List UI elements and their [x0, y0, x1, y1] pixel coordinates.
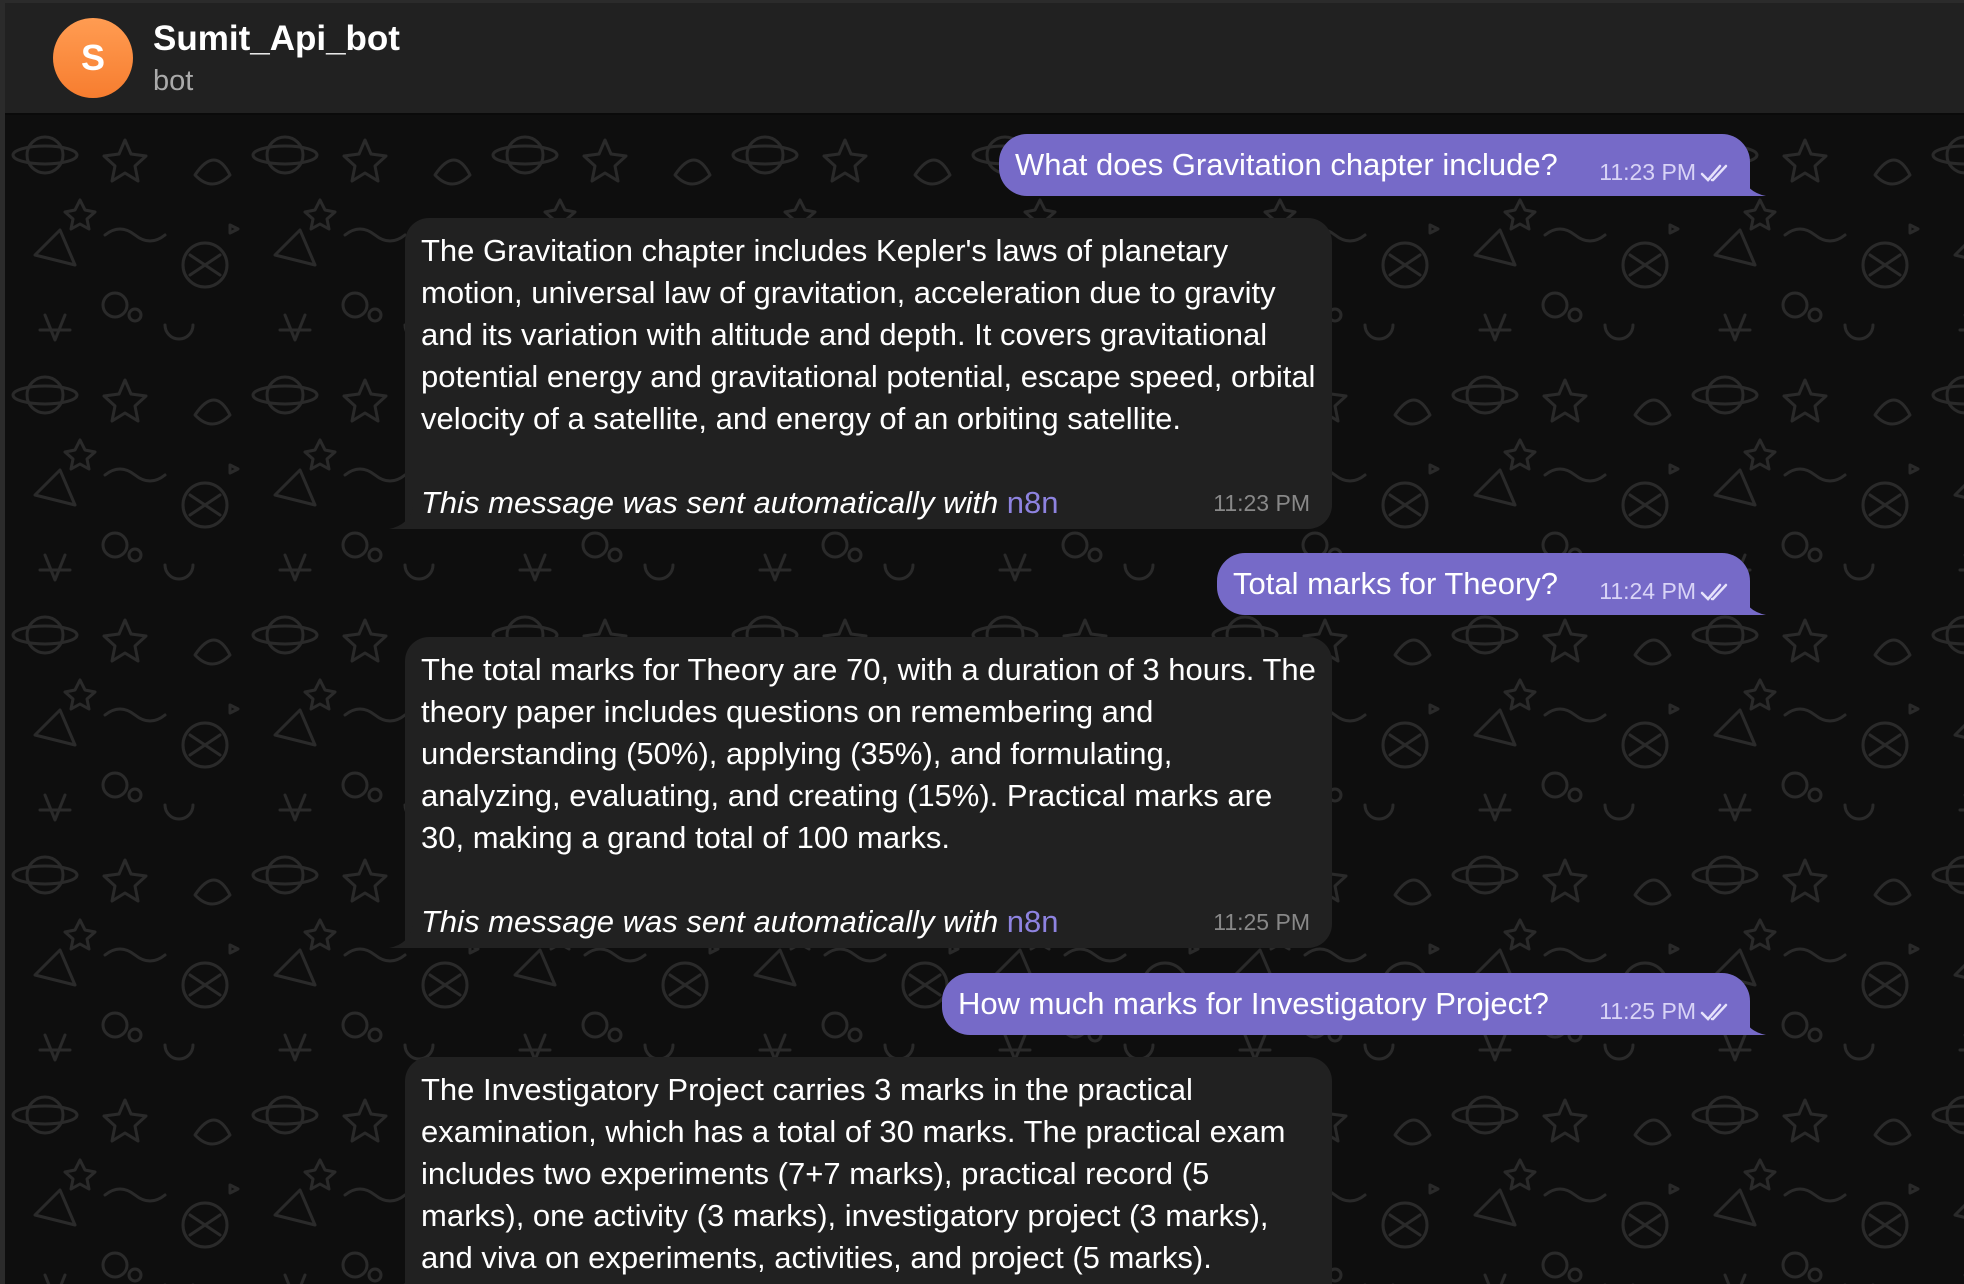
message-outgoing[interactable]: How much marks for Investigatory Project…	[942, 973, 1766, 1035]
double-check-icon	[1700, 164, 1728, 182]
avatar[interactable]: S	[53, 18, 133, 98]
message-time: 11:25 PM	[1599, 998, 1696, 1024]
avatar-letter: S	[80, 37, 105, 78]
message-outgoing[interactable]: Total marks for Theory? 11:24 PM	[1217, 553, 1766, 615]
message-time: 11:23 PM	[1599, 159, 1696, 185]
message-meta: 11:23 PM	[1599, 159, 1732, 186]
message-time: 11:23 PM	[1213, 490, 1310, 516]
message-time: 11:25 PM	[1213, 909, 1310, 935]
message-list[interactable]: What does Gravitation chapter include? 1…	[5, 115, 1964, 1284]
auto-message-footer: This message was sent automatically with…	[421, 901, 1318, 943]
double-check-icon	[1700, 1003, 1728, 1021]
bubble-tail	[1742, 174, 1766, 196]
n8n-link[interactable]: n8n	[1007, 485, 1059, 520]
message-incoming[interactable]: The Gravitation chapter includes Kepler'…	[389, 218, 1332, 529]
message-meta: 11:24 PM	[1599, 578, 1732, 605]
message-text: The Gravitation chapter includes Kepler'…	[421, 233, 1316, 436]
message-text: How much marks for Investigatory Project…	[958, 986, 1549, 1021]
message-text: What does Gravitation chapter include?	[1015, 147, 1558, 182]
chat-title[interactable]: Sumit_Api_bot	[153, 19, 400, 59]
double-check-icon	[1700, 583, 1728, 601]
bubble-tail	[1742, 1013, 1766, 1035]
chat-header[interactable]: S Sumit_Api_bot bot	[5, 3, 1964, 115]
footer-text: This message was sent automatically with	[421, 904, 1007, 939]
message-text: The Investigatory Project carries 3 mark…	[421, 1072, 1286, 1275]
message-incoming[interactable]: The Investigatory Project carries 3 mark…	[405, 1057, 1332, 1284]
chat-subtitle: bot	[153, 65, 194, 97]
message-time: 11:24 PM	[1599, 578, 1696, 604]
footer-text: This message was sent automatically with	[421, 485, 1007, 520]
message-incoming[interactable]: The total marks for Theory are 70, with …	[389, 637, 1332, 948]
message-outgoing[interactable]: What does Gravitation chapter include? 1…	[999, 134, 1766, 196]
n8n-link[interactable]: n8n	[1007, 904, 1059, 939]
message-text: The total marks for Theory are 70, with …	[421, 652, 1316, 855]
auto-message-footer: This message was sent automatically with…	[421, 482, 1318, 524]
bubble-tail	[1742, 593, 1766, 615]
message-meta: 11:25 PM	[1599, 998, 1732, 1025]
bubble-tail	[389, 926, 413, 948]
bubble-tail	[389, 507, 413, 529]
message-text: Total marks for Theory?	[1233, 566, 1559, 601]
